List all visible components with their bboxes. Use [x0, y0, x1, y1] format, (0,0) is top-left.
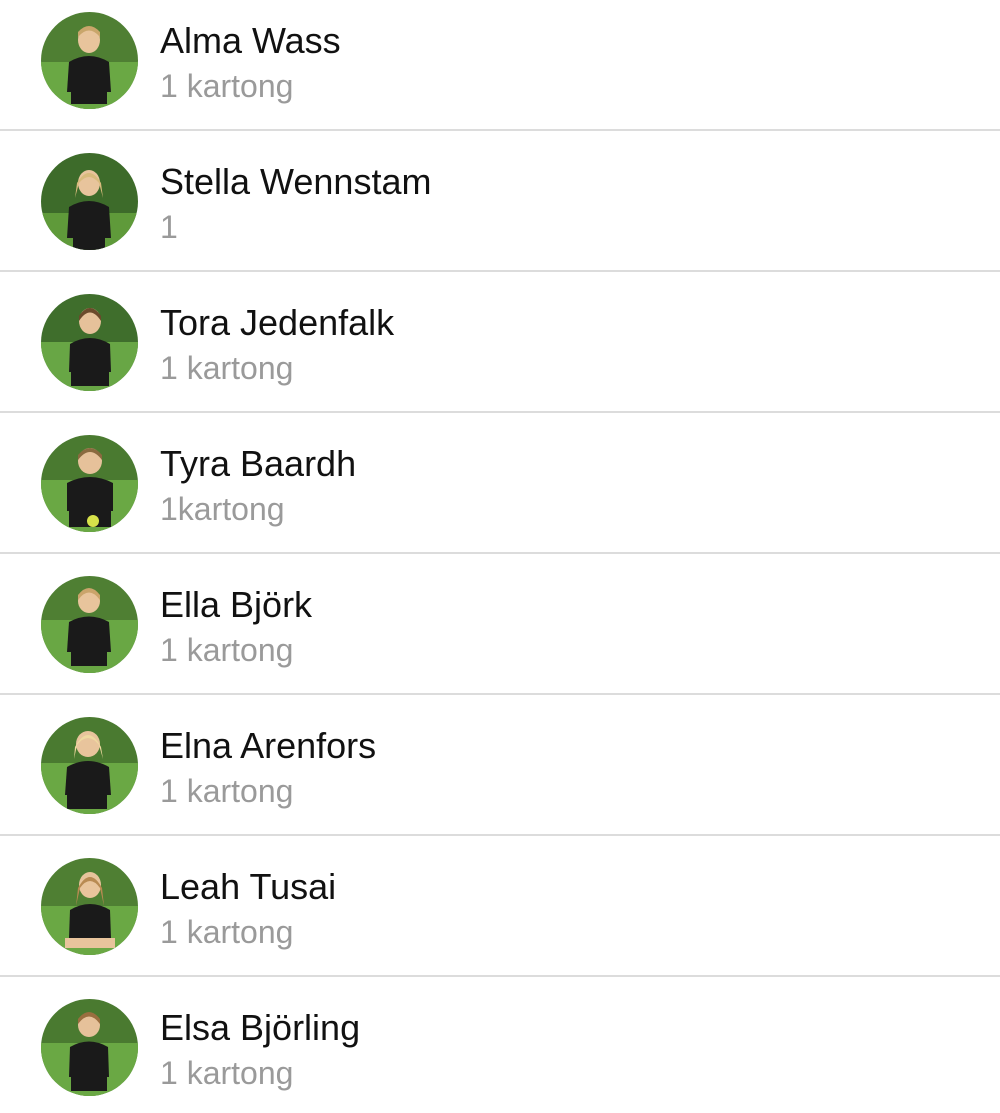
player-photo-icon	[41, 12, 138, 109]
player-name: Tora Jedenfalk	[160, 302, 395, 343]
list-item[interactable]: Alma Wass 1 kartong	[0, 0, 1000, 131]
list-item[interactable]: Leah Tusai 1 kartong	[0, 836, 1000, 977]
player-photo-icon	[41, 294, 138, 391]
player-name: Ella Björk	[160, 584, 313, 625]
player-photo-icon	[41, 153, 138, 250]
avatar	[41, 153, 138, 250]
avatar	[41, 435, 138, 532]
carton-count: 1 kartong	[160, 350, 294, 386]
avatar	[41, 12, 138, 109]
player-photo-icon	[41, 999, 138, 1096]
list-item[interactable]: Elna Arenfors 1 kartong	[0, 695, 1000, 836]
carton-count: 1kartong	[160, 491, 285, 527]
carton-count: 1 kartong	[160, 914, 294, 950]
player-name: Elsa Björling	[160, 1007, 361, 1048]
player-name: Tyra Baardh	[160, 443, 357, 484]
carton-count: 1 kartong	[160, 632, 294, 668]
list-item[interactable]: Tora Jedenfalk 1 kartong	[0, 272, 1000, 413]
player-name: Leah Tusai	[160, 866, 337, 907]
player-photo-icon	[41, 717, 138, 814]
carton-count: 1 kartong	[160, 68, 294, 104]
avatar	[41, 294, 138, 391]
carton-count: 1 kartong	[160, 1055, 294, 1091]
avatar	[41, 576, 138, 673]
avatar	[41, 999, 138, 1096]
list-item[interactable]: Ella Björk 1 kartong	[0, 554, 1000, 695]
list-item[interactable]: Stella Wennstam 1	[0, 131, 1000, 272]
avatar	[41, 858, 138, 955]
player-name: Elna Arenfors	[160, 725, 377, 766]
list-item[interactable]: Tyra Baardh 1kartong	[0, 413, 1000, 554]
player-photo-icon	[41, 576, 138, 673]
carton-count: 1	[160, 209, 178, 245]
player-name: Alma Wass	[160, 20, 341, 61]
player-list: Alma Wass 1 kartong Stella Wennstam 1 To…	[0, 0, 1000, 1113]
player-photo-icon	[41, 858, 138, 955]
list-item[interactable]: Elsa Björling 1 kartong	[0, 977, 1000, 1113]
player-photo-icon	[41, 435, 138, 532]
carton-count: 1 kartong	[160, 773, 294, 809]
player-name: Stella Wennstam	[160, 161, 432, 202]
avatar	[41, 717, 138, 814]
